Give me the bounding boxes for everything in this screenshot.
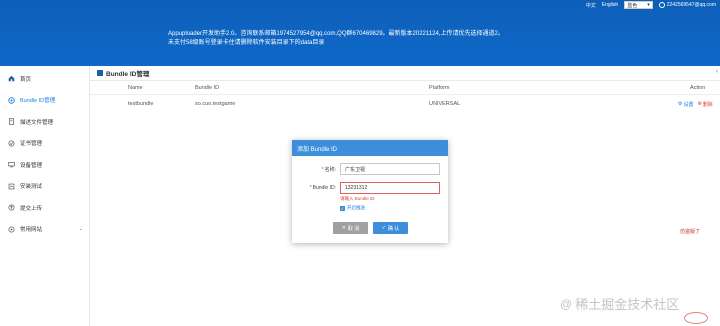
notice-text: Appuploader开发助手2.0。咨询联系邮箱1974527954@qq.c… [168,30,568,48]
app-header: 中文 English 蓝色 ▾ 2242569547@qq.com Appupl… [0,0,720,66]
header-bundle-id: Bundle ID [195,84,220,91]
page-header: Bundle ID管理 ‹ [90,66,720,81]
watermark-text: 稀土掘金技术社区 [575,297,680,312]
upload-icon [7,204,15,212]
bundle-icon [7,96,15,104]
push-checkbox-label: 开启推送 [347,205,365,210]
watermark: @ 稀土掘金技术社区 [560,294,679,313]
profile-icon [7,118,15,126]
delete-label: 删除 [702,101,713,108]
name-row: *名称: 广东卫视 [292,163,448,175]
sidebar-item-websites[interactable]: 常用网站 ⌄ [0,219,89,241]
delete-icon: ⊗ [697,101,702,107]
user-email: 2242569547@qq.com [666,2,716,8]
chevron-down-icon: ⌄ [78,226,83,233]
install-icon [7,182,15,190]
sidebar: 首页 Bundle ID管理 描述文件管理 证书管理 设备管理 安装测试 提交上… [0,66,90,326]
chevron-down-icon: ▾ [647,2,650,8]
push-checkbox-row[interactable]: ✓ 开启推送 [340,205,365,211]
cell-bundle-id: so.cuo.testgame [195,101,236,107]
seal-stamp-icon [684,312,708,324]
notice-line-2: 未支付58级账号登录卡住请删除软件安装目录下的data目录 [168,40,325,46]
name-label: *名称: [321,166,336,173]
cert-icon [7,139,15,147]
device-icon [7,161,15,169]
bundle-id-input[interactable]: 13231312 [340,182,440,194]
home-icon [7,75,15,83]
title-marker-icon [97,70,103,76]
sidebar-item-install[interactable]: 安装测试 [0,176,89,198]
cancel-label: 取 消 [347,225,360,232]
dialog-title: 添加 Bundle ID [292,140,448,156]
lang-english-link[interactable]: English [602,2,618,8]
checkbox-checked-icon[interactable]: ✓ [340,205,345,211]
table-header: Name Bundle ID Platform Action [90,81,720,95]
sidebar-item-label: Bundle ID管理 [20,98,56,105]
cell-name: testbundle [128,101,154,107]
user-icon [658,2,665,8]
table-row: testbundle so.cuo.testgame UNIVERSAL ⚙ 设… [90,95,720,113]
edit-button[interactable]: ⚙ 设置 [678,101,694,108]
delete-button[interactable]: ⊗ 删除 [698,101,713,108]
theme-select-value: 蓝色 [627,2,638,9]
bundle-id-row: *Bundle ID: 13231312 [292,182,448,194]
web-icon [7,225,15,233]
cancel-button[interactable]: ✕ 取 消 [333,222,368,234]
sidebar-item-bundle-id[interactable]: Bundle ID管理 [0,90,89,112]
sidebar-item-label: 安装测试 [20,184,43,191]
bundle-id-error: 请输入 Bundle ID [340,196,375,201]
sidebar-item-label: 描述文件管理 [20,119,54,126]
bundle-table: Name Bundle ID Platform Action testbundl… [90,81,720,113]
name-input[interactable]: 广东卫视 [340,163,440,175]
sidebar-item-home[interactable]: 首页 [0,68,89,90]
chevron-right-icon[interactable]: ‹ [716,69,718,75]
cell-platform: UNIVERSAL [429,101,461,107]
sidebar-item-label: 常用网站 [20,227,43,234]
header-name: Name [128,84,143,91]
sidebar-item-label: 提交上传 [20,205,43,212]
lang-chinese-link[interactable]: 中文 [586,2,596,9]
sidebar-item-label: 证书管理 [20,141,43,148]
header-platform: Platform [429,84,450,91]
bundle-id-label: *Bundle ID: [309,185,336,191]
add-bundle-dialog: 添加 Bundle ID *名称: 广东卫视 *Bundle ID: 13231… [292,140,448,243]
user-account[interactable]: 2242569547@qq.com [658,2,716,8]
sidebar-item-certs[interactable]: 证书管理 [0,133,89,155]
edit-label: 设置 [683,101,694,108]
close-icon: ✕ [341,225,346,231]
sidebar-item-label: 设备管理 [20,162,43,169]
pirate-stamp-text: 仿盗版了 [680,229,701,235]
theme-select[interactable]: 蓝色 ▾ [624,1,653,9]
at-icon: @ [560,296,573,311]
confirm-label: 确 认 [387,225,400,232]
header-action: Action [690,84,706,91]
page-title: Bundle ID管理 [106,71,150,78]
check-icon: ✓ [381,225,386,231]
top-bar: 中文 English 蓝色 ▾ 2242569547@qq.com [586,0,720,10]
sidebar-item-profiles[interactable]: 描述文件管理 [0,111,89,133]
settings-icon: ⚙ [678,101,683,107]
sidebar-item-devices[interactable]: 设备管理 [0,154,89,176]
cell-action: ⚙ 设置 ⊗ 删除 [678,95,717,113]
sidebar-item-upload[interactable]: 提交上传 [0,197,89,219]
confirm-button[interactable]: ✓ 确 认 [373,222,408,234]
sidebar-item-label: 首页 [20,76,32,83]
notice-line-1: Appuploader开发助手2.0。咨询联系邮箱1974527954@qq.c… [168,31,504,37]
